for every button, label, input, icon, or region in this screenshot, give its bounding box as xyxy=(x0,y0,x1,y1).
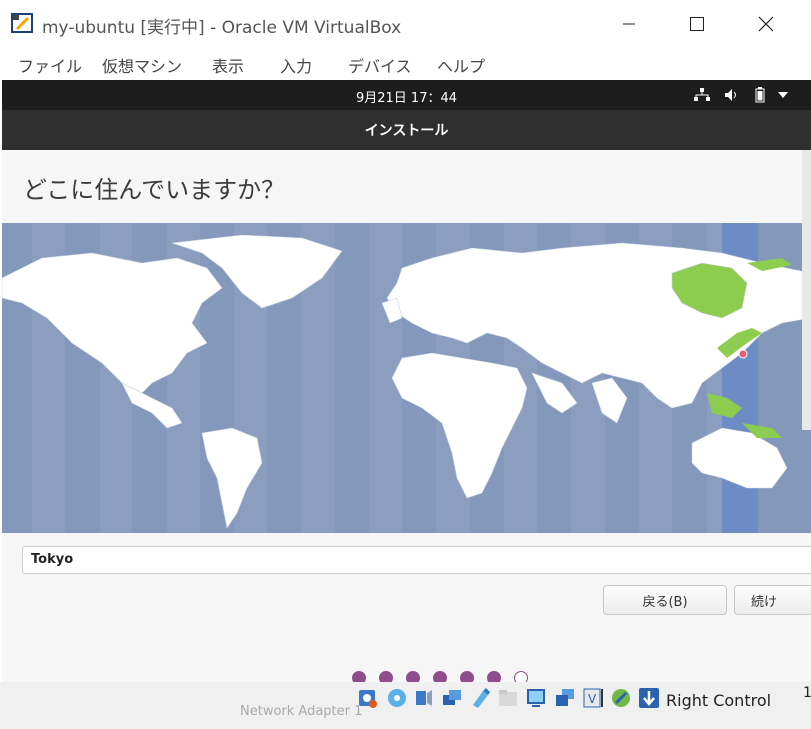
progress-dot-current xyxy=(514,671,528,682)
menu-devices[interactable]: デバイス xyxy=(348,53,412,77)
installer-header: インストール xyxy=(2,110,811,150)
host-background-strip xyxy=(802,150,811,430)
maximize-button[interactable] xyxy=(674,8,720,40)
selected-location-marker xyxy=(738,349,748,359)
host-key-arrow-icon[interactable] xyxy=(638,687,660,709)
timezone-map[interactable] xyxy=(2,223,811,533)
continue-button[interactable]: 続け xyxy=(734,585,811,615)
host-window-text: Network Adapter 1 xyxy=(240,704,363,719)
page-question: どこに住んでいますか？ xyxy=(23,176,286,204)
guest-screen[interactable]: 9月21日 17：44 インストール どこに住んでいますか？ Tokyo 戻る(… xyxy=(2,80,811,682)
hard-disk-icon[interactable] xyxy=(357,687,379,709)
virtualbox-app-icon xyxy=(11,13,33,33)
battery-icon[interactable] xyxy=(755,87,765,103)
window-title: my-ubuntu [実行中] - Oracle VM VirtualBox xyxy=(42,18,402,38)
menu-machine[interactable]: 仮想マシン xyxy=(102,53,182,77)
close-icon xyxy=(758,16,774,32)
gnome-top-bar: 9月21日 17：44 xyxy=(2,80,811,110)
progress-dot xyxy=(460,671,474,682)
menu-file[interactable]: ファイル xyxy=(18,53,82,77)
minimize-button[interactable] xyxy=(606,8,652,40)
menu-bar: ファイル 仮想マシン 表示 入力 デバイス ヘルプ xyxy=(0,46,811,80)
progress-dot xyxy=(352,671,366,682)
back-button[interactable]: 戻る(B) xyxy=(603,585,727,615)
clock[interactable]: 9月21日 17：44 xyxy=(2,87,811,106)
system-menu-icon[interactable] xyxy=(777,91,789,99)
usb-icon[interactable] xyxy=(469,687,491,709)
network-adapter-icon[interactable] xyxy=(441,687,463,709)
progress-dot xyxy=(379,671,393,682)
host-key-label: Right Control xyxy=(666,691,772,710)
menu-help[interactable]: ヘルプ xyxy=(437,53,485,77)
mouse-integration-icon[interactable] xyxy=(610,687,632,709)
title-bar[interactable]: my-ubuntu [実行中] - Oracle VM VirtualBox xyxy=(0,0,811,46)
edge-fragment: 1 xyxy=(803,685,811,701)
shared-folders-icon[interactable] xyxy=(497,687,519,709)
continue-button-label: 続け xyxy=(750,594,777,610)
display-icon[interactable] xyxy=(525,687,547,709)
progress-dot xyxy=(406,671,420,682)
network-icon[interactable] xyxy=(694,88,710,102)
optical-drive-icon[interactable] xyxy=(386,687,408,709)
volume-icon[interactable] xyxy=(724,88,740,102)
menu-input[interactable]: 入力 xyxy=(280,53,312,77)
installer-title: インストール xyxy=(364,123,449,139)
virtualization-icon[interactable]: V xyxy=(582,687,604,709)
close-button[interactable] xyxy=(743,8,789,40)
svg-text:V: V xyxy=(588,692,597,706)
virtualbox-window: my-ubuntu [実行中] - Oracle VM VirtualBox フ… xyxy=(0,0,811,729)
audio-icon[interactable] xyxy=(413,687,435,709)
minimize-icon xyxy=(623,23,635,25)
progress-dot xyxy=(433,671,447,682)
menu-view[interactable]: 表示 xyxy=(212,53,244,77)
recording-icon[interactable] xyxy=(554,687,576,709)
timezone-input[interactable]: Tokyo xyxy=(22,546,811,574)
maximize-icon xyxy=(690,17,704,31)
progress-dot xyxy=(487,671,501,682)
status-bar-left-gap xyxy=(0,682,120,729)
